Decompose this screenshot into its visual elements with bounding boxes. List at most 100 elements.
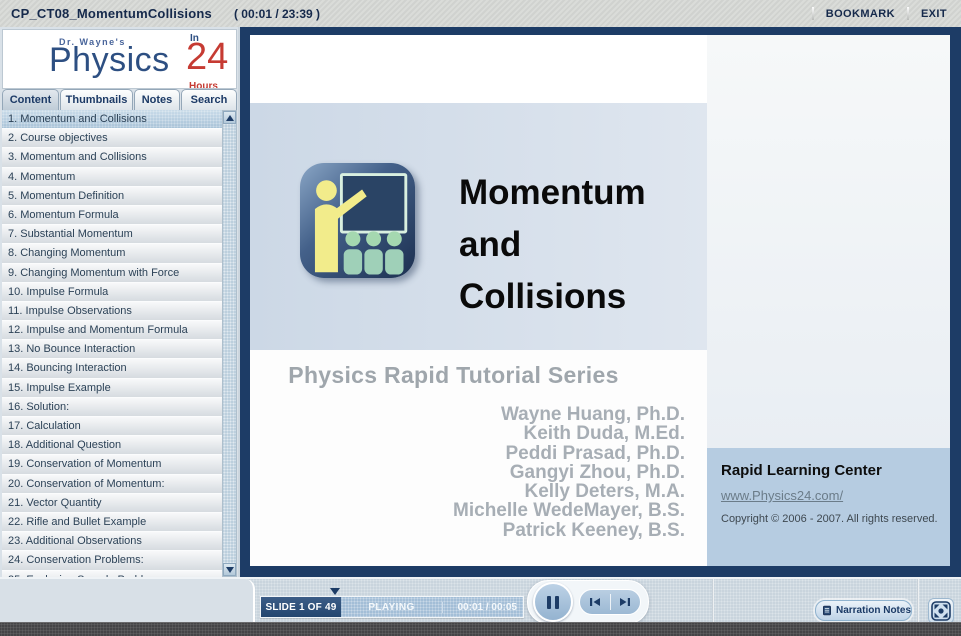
brand-name: Rapid Learning Center bbox=[721, 462, 882, 479]
toc-item[interactable]: 12. Impulse and Momentum Formula bbox=[2, 321, 222, 341]
author: Keith Duda, M.Ed. bbox=[523, 423, 686, 445]
toc-item[interactable]: 15. Impulse Example bbox=[2, 378, 222, 398]
author: Patrick Keeney, B.S. bbox=[502, 519, 685, 541]
divider bbox=[712, 579, 714, 622]
top-bar-actions: BOOKMARK EXIT bbox=[800, 0, 947, 27]
playback-status: PLAYING bbox=[368, 601, 415, 613]
skip-back-icon bbox=[589, 598, 600, 606]
slide-time: 00:01 / 00:05 bbox=[442, 601, 523, 613]
toc-item[interactable]: 2. Course objectives bbox=[2, 129, 222, 149]
toc-item[interactable]: 9. Changing Momentum with Force bbox=[2, 263, 222, 283]
toc-item[interactable]: 21. Vector Quantity bbox=[2, 493, 222, 513]
player-bar: SLIDE 1 OF 49 PLAYING 00:01 / 00:05 Narr… bbox=[0, 577, 961, 624]
previous-slide-button[interactable] bbox=[580, 590, 610, 614]
author: Kelly Deters, M.A. bbox=[524, 481, 686, 503]
player-bar-left-panel bbox=[0, 579, 255, 622]
brand-panel: Rapid Learning Center www.Physics24.com/… bbox=[707, 448, 950, 566]
logo-hours: Hours bbox=[189, 81, 218, 89]
narration-notes-label: Narration Notes bbox=[835, 605, 911, 616]
author: Gangyi Zhou, Ph.D. bbox=[509, 461, 685, 483]
notes-document-icon bbox=[823, 605, 831, 616]
slide-lower-area: Physics Rapid Tutorial Series Wayne Huan… bbox=[250, 350, 707, 566]
logo-word: Physics bbox=[49, 41, 170, 79]
toc-item[interactable]: 13. No Bounce Interaction bbox=[2, 340, 222, 360]
bookmark-button[interactable]: BOOKMARK bbox=[826, 8, 895, 20]
scroll-up-button[interactable] bbox=[223, 111, 236, 124]
slide-right-column: Rapid Learning Center www.Physics24.com/… bbox=[707, 35, 950, 566]
sidebar: Dr. Wayne's Physics In 24 Hours Content … bbox=[0, 27, 238, 577]
skip-forward-icon bbox=[620, 598, 631, 606]
fullscreen-icon bbox=[931, 601, 951, 621]
toc-item[interactable]: 20. Conservation of Momentum: bbox=[2, 474, 222, 494]
divider bbox=[811, 7, 814, 20]
next-slide-button[interactable] bbox=[611, 590, 641, 614]
toc-item[interactable]: 14. Bouncing Interaction bbox=[2, 359, 222, 379]
author: Michelle WedeMayer, B.S. bbox=[453, 500, 685, 522]
toc-item[interactable]: 10. Impulse Formula bbox=[2, 282, 222, 302]
teacher-classroom-icon bbox=[314, 173, 408, 275]
toc-item[interactable]: 18. Additional Question bbox=[2, 436, 222, 456]
lecture-icon bbox=[300, 163, 415, 278]
slide-title-line2: Collisions bbox=[459, 277, 627, 316]
table-of-contents: 1. Momentum and Collisions 2. Course obj… bbox=[2, 110, 222, 577]
author-list: Wayne Huang, Ph.D. Keith Duda, M.Ed. Ped… bbox=[453, 405, 685, 540]
divider bbox=[906, 7, 909, 20]
narration-notes-button[interactable]: Narration Notes bbox=[815, 600, 912, 621]
toc-item[interactable]: 4. Momentum bbox=[2, 167, 222, 187]
copyright-text: Copyright © 2006 - 2007. All rights rese… bbox=[721, 513, 938, 525]
progress-track[interactable]: PLAYING 00:01 / 00:05 bbox=[341, 597, 523, 617]
toc-item[interactable]: 22. Rifle and Bullet Example bbox=[2, 512, 222, 533]
progress-bar[interactable]: SLIDE 1 OF 49 PLAYING 00:01 / 00:05 bbox=[260, 596, 524, 618]
tab-notes[interactable]: Notes bbox=[134, 89, 180, 110]
arrow-down-icon bbox=[225, 566, 234, 573]
toc-item[interactable]: 24. Conservation Problems: bbox=[2, 551, 222, 571]
sidebar-tabs: Content Thumbnails Notes Search bbox=[2, 89, 238, 110]
toc-item[interactable]: 16. Solution: bbox=[2, 397, 222, 417]
tab-content[interactable]: Content bbox=[2, 89, 59, 110]
slide-title-band: Momentum and Collisions bbox=[250, 103, 707, 350]
physics24-logo: Dr. Wayne's Physics In 24 Hours bbox=[2, 29, 237, 89]
tab-search[interactable]: Search bbox=[181, 89, 237, 110]
progress-marker-icon[interactable] bbox=[330, 588, 340, 595]
slide-main-column: Momentum and Collisions Physics Rapid Tu… bbox=[250, 35, 707, 566]
brand-url-link[interactable]: www.Physics24.com/ bbox=[721, 488, 940, 503]
toc-item[interactable]: 11. Impulse Observations bbox=[2, 301, 222, 322]
toc-item[interactable]: 3. Momentum and Collisions bbox=[2, 148, 222, 168]
total-elapsed-time: ( 00:01 / 23:39 ) bbox=[233, 6, 321, 21]
slide-top-margin bbox=[250, 35, 707, 103]
scroll-down-button[interactable] bbox=[223, 563, 236, 576]
slide-title: Momentum and Collisions bbox=[459, 167, 707, 350]
pause-icon bbox=[555, 595, 559, 609]
divider bbox=[917, 579, 919, 622]
slide-title-line1: Momentum and bbox=[459, 173, 646, 264]
slide-right-top bbox=[707, 35, 950, 448]
toc-item[interactable]: 19. Conservation of Momentum bbox=[2, 455, 222, 475]
slide-frame: Momentum and Collisions Physics Rapid Tu… bbox=[240, 27, 961, 577]
fullscreen-button[interactable] bbox=[928, 598, 954, 624]
playback-controls bbox=[527, 580, 649, 624]
exit-button[interactable]: EXIT bbox=[921, 8, 947, 20]
author: Wayne Huang, Ph.D. bbox=[500, 404, 685, 425]
author: Peddi Prasad, Ph.D. bbox=[505, 442, 686, 464]
arrow-up-icon bbox=[225, 114, 234, 121]
skip-buttons bbox=[579, 589, 641, 615]
pause-button[interactable] bbox=[533, 582, 573, 622]
pause-icon bbox=[547, 595, 551, 609]
tab-thumbnails[interactable]: Thumbnails bbox=[60, 89, 133, 110]
window-bottom-strip bbox=[0, 622, 961, 636]
toc-item[interactable]: 5. Momentum Definition bbox=[2, 186, 222, 206]
toc-item[interactable]: 6. Momentum Formula bbox=[2, 205, 222, 226]
logo-number: 24 bbox=[186, 36, 229, 78]
top-bar: CP_CT08_MomentumCollisions ( 00:01 / 23:… bbox=[0, 0, 961, 27]
toc-item[interactable]: 7. Substantial Momentum bbox=[2, 225, 222, 245]
player-window: CP_CT08_MomentumCollisions ( 00:01 / 23:… bbox=[0, 0, 961, 636]
toc-item[interactable]: 23. Additional Observations bbox=[2, 532, 222, 552]
toc-item[interactable]: 17. Calculation bbox=[2, 417, 222, 437]
slide-counter: SLIDE 1 OF 49 bbox=[261, 597, 341, 617]
toc-item[interactable]: 8. Changing Momentum bbox=[2, 244, 222, 264]
lesson-title: CP_CT08_MomentumCollisions bbox=[11, 6, 212, 21]
toc-item[interactable]: 1. Momentum and Collisions bbox=[2, 110, 222, 130]
toc-scrollbar[interactable] bbox=[222, 110, 237, 577]
series-title: Physics Rapid Tutorial Series bbox=[288, 362, 619, 388]
slide-canvas: Momentum and Collisions Physics Rapid Tu… bbox=[250, 35, 950, 566]
